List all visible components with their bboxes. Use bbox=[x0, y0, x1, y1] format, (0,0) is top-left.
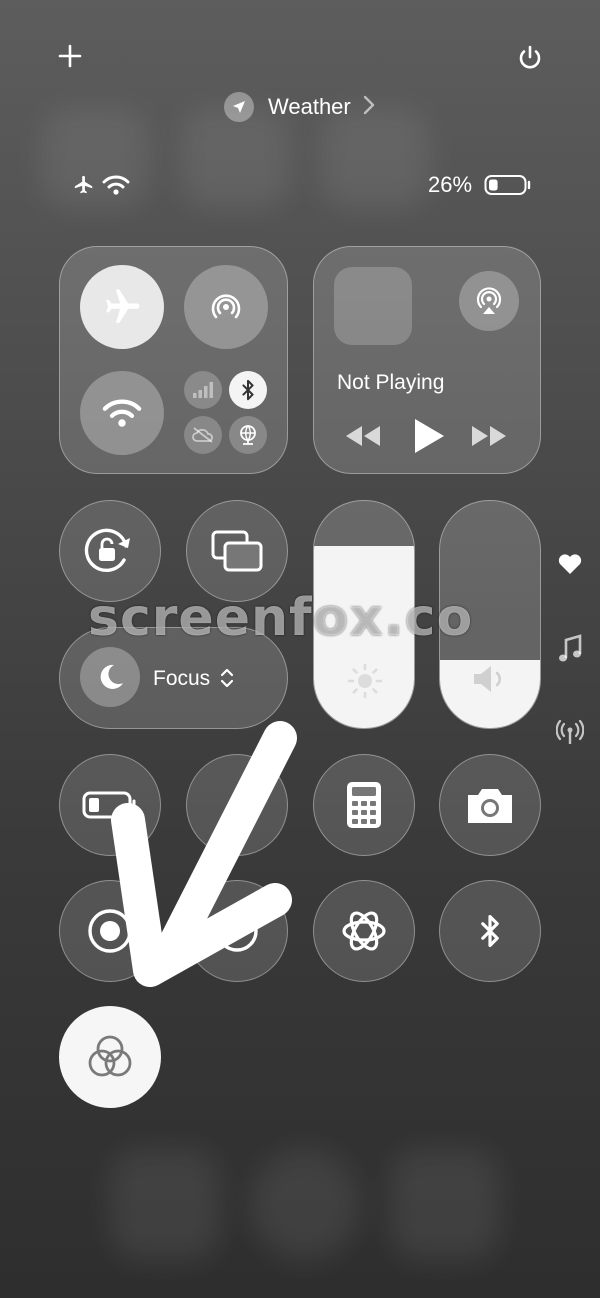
status-airplane-icon bbox=[72, 174, 96, 201]
add-icon[interactable] bbox=[58, 44, 82, 68]
media-module[interactable]: Not Playing bbox=[313, 246, 541, 474]
camera-icon bbox=[468, 789, 512, 823]
background-app-icon bbox=[320, 108, 430, 208]
chatgpt-button[interactable] bbox=[313, 880, 415, 982]
location-label: Weather bbox=[268, 94, 351, 119]
power-icon[interactable] bbox=[516, 44, 544, 72]
moon-icon bbox=[80, 647, 140, 707]
wifi-icon bbox=[102, 399, 142, 427]
bluetooth-toggle[interactable] bbox=[229, 371, 267, 409]
cellular-signal-icon bbox=[193, 382, 213, 398]
screen-mirroring-button[interactable] bbox=[186, 500, 288, 602]
play-icon bbox=[415, 419, 444, 453]
color-filters-button[interactable] bbox=[59, 1006, 161, 1108]
album-artwork bbox=[334, 267, 412, 345]
fast-forward-icon bbox=[472, 426, 506, 446]
bluetooth-button[interactable] bbox=[439, 880, 541, 982]
rewind-icon bbox=[346, 426, 380, 446]
cellular-toggle[interactable] bbox=[184, 371, 222, 409]
vpn-toggle[interactable] bbox=[184, 416, 222, 454]
calculator-icon bbox=[347, 782, 381, 828]
music-note-icon[interactable] bbox=[558, 634, 582, 669]
fast-forward-button[interactable] bbox=[470, 423, 508, 454]
screen-mirroring-icon bbox=[211, 530, 263, 572]
location-button[interactable]: Weather bbox=[224, 92, 375, 122]
airdrop-toggle[interactable] bbox=[184, 265, 268, 349]
status-wifi-icon bbox=[102, 174, 130, 201]
link-cloud-icon bbox=[192, 427, 213, 443]
airdrop-icon bbox=[211, 294, 241, 319]
airplane-mode-toggle[interactable] bbox=[80, 265, 164, 349]
orientation-lock-button[interactable] bbox=[59, 500, 161, 602]
color-filters-icon bbox=[88, 1035, 132, 1077]
background-app-icon bbox=[390, 1150, 500, 1260]
heart-icon[interactable] bbox=[557, 552, 583, 581]
calculator-button[interactable] bbox=[313, 754, 415, 856]
play-button[interactable] bbox=[412, 417, 446, 460]
connectivity-module bbox=[59, 246, 288, 474]
rotation-lock-icon bbox=[84, 528, 130, 573]
satellite-toggle[interactable] bbox=[229, 416, 267, 454]
battery-percent: 26% bbox=[428, 172, 473, 197]
location-arrow-icon bbox=[224, 92, 254, 122]
airplane-icon bbox=[106, 289, 140, 323]
sun-icon bbox=[347, 663, 383, 704]
airplay-button[interactable] bbox=[459, 271, 519, 331]
airplay-audio-icon bbox=[476, 287, 502, 314]
watermark: screenfox.co bbox=[88, 588, 474, 648]
speaker-icon bbox=[470, 661, 510, 702]
rewind-button[interactable] bbox=[344, 423, 382, 454]
bluetooth-icon bbox=[242, 379, 254, 401]
battery-icon bbox=[484, 174, 532, 201]
chatgpt-icon bbox=[342, 911, 386, 951]
wifi-toggle[interactable] bbox=[80, 371, 164, 455]
background-app-icon bbox=[180, 108, 290, 208]
globe-icon bbox=[240, 425, 256, 445]
background-app-icon bbox=[250, 1150, 360, 1260]
chevron-right-icon bbox=[363, 95, 375, 120]
camera-button[interactable] bbox=[439, 754, 541, 856]
focus-label: Focus bbox=[153, 667, 211, 690]
media-status: Not Playing bbox=[337, 371, 445, 394]
background-app-icon bbox=[110, 1150, 220, 1260]
chevron-up-down-icon bbox=[220, 666, 234, 695]
bluetooth-large-icon bbox=[481, 914, 499, 948]
antenna-icon[interactable] bbox=[555, 718, 585, 751]
arrow-annotation bbox=[111, 721, 297, 987]
